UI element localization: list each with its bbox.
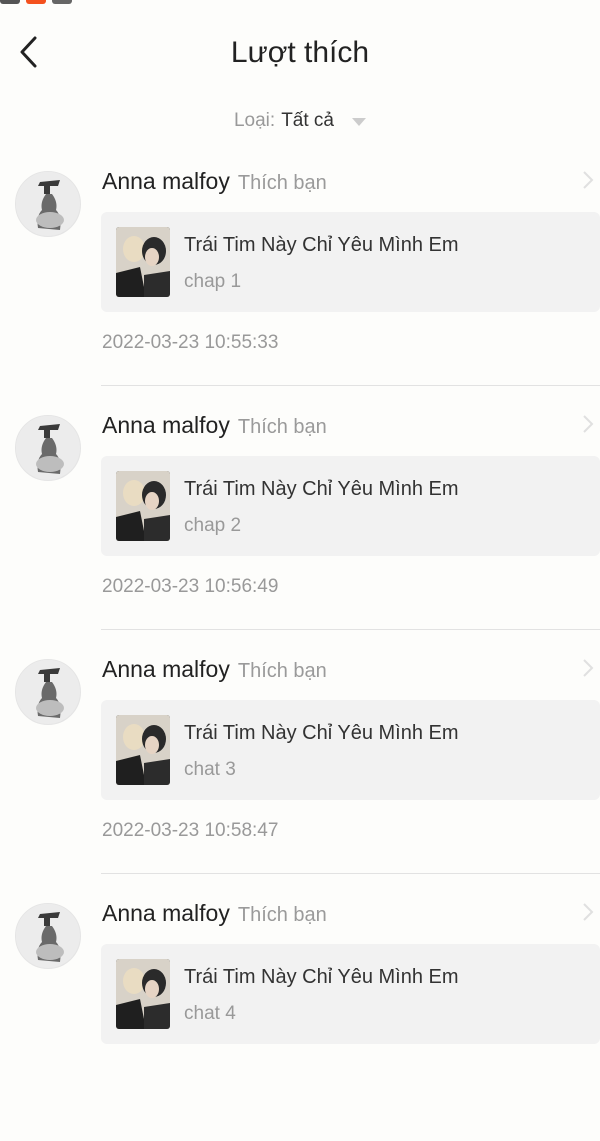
story-cover-image [116, 227, 170, 297]
action-text: Thích bạn [237, 172, 327, 194]
user-name[interactable]: Anna malfoy [102, 412, 230, 439]
timestamp: 2022-03-23 10:56:49 [102, 576, 279, 597]
story-title: Trái Tim Này Chỉ Yêu Mình Em [184, 966, 459, 988]
status-app-icon [52, 0, 72, 4]
story-cover-image [116, 471, 170, 541]
action-text: Thích bạn [237, 660, 327, 682]
caret-down-icon[interactable] [352, 118, 366, 126]
type-filter[interactable]: Loại: Tất cả [0, 110, 600, 132]
status-bar [0, 0, 600, 8]
story-thumbnail [116, 959, 170, 1029]
story-cover-image [116, 959, 170, 1029]
filter-label: Loại: [233, 110, 276, 131]
list-item[interactable]: Anna malfoy Thích bạn Trái Tim Này Chỉ Y… [0, 653, 600, 897]
chevron-right-icon[interactable] [580, 169, 596, 191]
user-name[interactable]: Anna malfoy [102, 168, 230, 195]
name-row: Anna malfoy Thích bạn [102, 168, 327, 195]
divider [101, 629, 600, 630]
avatar[interactable] [15, 415, 81, 481]
header: Lượt thích [0, 22, 600, 86]
chapter-label: chap 1 [184, 271, 242, 292]
avatar-image [16, 172, 80, 236]
story-title: Trái Tim Này Chỉ Yêu Mình Em [184, 722, 459, 744]
avatar-image [16, 904, 80, 968]
chapter-label: chat 3 [184, 759, 236, 780]
timestamp: 2022-03-23 10:55:33 [102, 332, 279, 353]
chapter-label: chat 4 [184, 1003, 236, 1024]
story-cover-image [116, 715, 170, 785]
story-thumbnail [116, 227, 170, 297]
divider [101, 873, 600, 874]
name-row: Anna malfoy Thích bạn [102, 900, 327, 927]
status-icons-left [0, 0, 72, 4]
timestamp: 2022-03-23 10:58:47 [102, 820, 279, 841]
user-name[interactable]: Anna malfoy [102, 900, 230, 927]
user-name[interactable]: Anna malfoy [102, 656, 230, 683]
story-card[interactable]: Trái Tim Này Chỉ Yêu Mình Em chap 1 [101, 212, 600, 312]
story-title: Trái Tim Này Chỉ Yêu Mình Em [184, 478, 459, 500]
avatar-image [16, 416, 80, 480]
avatar[interactable] [15, 171, 81, 237]
list-item[interactable]: Anna malfoy Thích bạn Trái Tim Này Chỉ Y… [0, 897, 600, 1141]
list-item[interactable]: Anna malfoy Thích bạn Trái Tim Này Chỉ Y… [0, 165, 600, 409]
chevron-right-icon[interactable] [580, 901, 596, 923]
chapter-label: chap 2 [184, 515, 242, 536]
chevron-right-icon[interactable] [580, 657, 596, 679]
divider [101, 385, 600, 386]
status-app-icon [26, 0, 46, 4]
story-card[interactable]: Trái Tim Này Chỉ Yêu Mình Em chat 3 [101, 700, 600, 800]
page-title: Lượt thích [230, 36, 370, 69]
status-icon [0, 0, 20, 4]
avatar-image [16, 660, 80, 724]
chevron-right-icon[interactable] [580, 413, 596, 435]
action-text: Thích bạn [237, 904, 327, 926]
name-row: Anna malfoy Thích bạn [102, 412, 327, 439]
name-row: Anna malfoy Thích bạn [102, 656, 327, 683]
avatar[interactable] [15, 903, 81, 969]
action-text: Thích bạn [237, 416, 327, 438]
likes-list: Anna malfoy Thích bạn Trái Tim Này Chỉ Y… [0, 165, 600, 1141]
story-card[interactable]: Trái Tim Này Chỉ Yêu Mình Em chat 4 [101, 944, 600, 1044]
story-thumbnail [116, 471, 170, 541]
avatar[interactable] [15, 659, 81, 725]
filter-value[interactable]: Tất cả [281, 110, 334, 132]
story-card[interactable]: Trái Tim Này Chỉ Yêu Mình Em chap 2 [101, 456, 600, 556]
story-thumbnail [116, 715, 170, 785]
list-item[interactable]: Anna malfoy Thích bạn Trái Tim Này Chỉ Y… [0, 409, 600, 653]
story-title: Trái Tim Này Chỉ Yêu Mình Em [184, 234, 459, 256]
